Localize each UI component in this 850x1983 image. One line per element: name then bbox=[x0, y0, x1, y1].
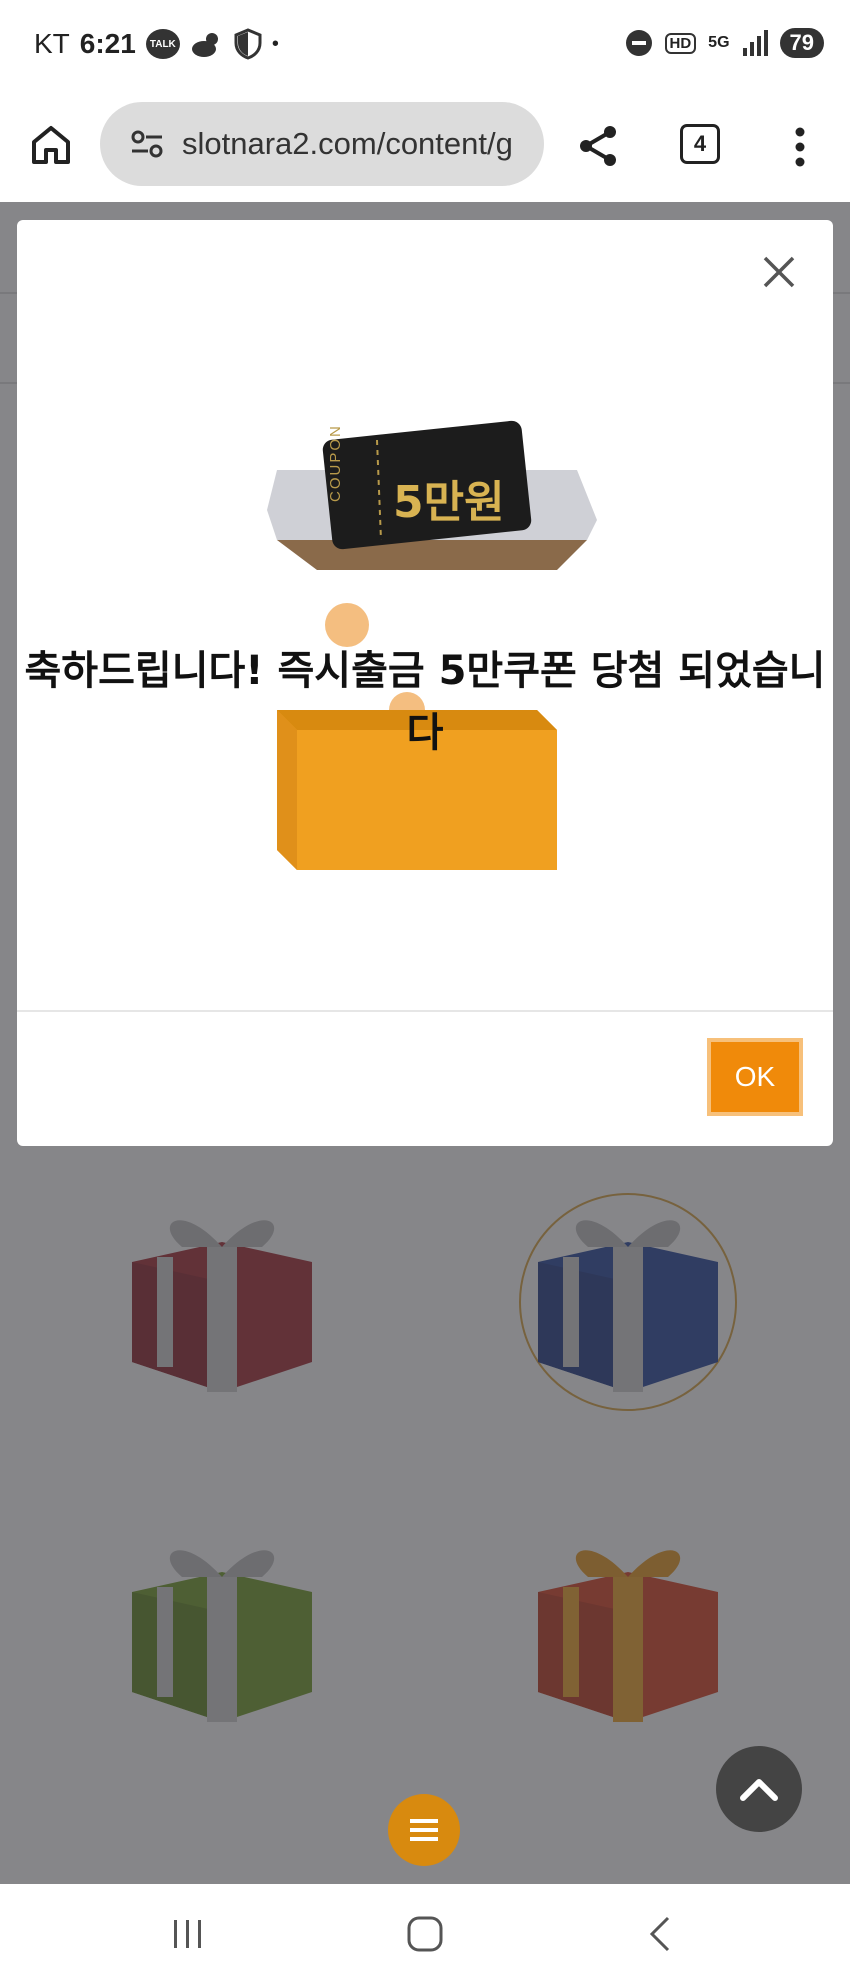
chevron-up-icon bbox=[740, 1779, 778, 1801]
time-label: 6:21 bbox=[79, 28, 136, 59]
status-bar: KT 6:21 TALK • HD 5G 79 bbox=[0, 0, 850, 96]
scroll-to-top-button[interactable] bbox=[716, 1746, 802, 1832]
home-icon[interactable] bbox=[26, 120, 76, 170]
more-options-icon[interactable] bbox=[786, 122, 814, 172]
coupon-amount-text: 5만원 bbox=[393, 477, 505, 528]
browser-toolbar: slotnara2.com/content/g 4 bbox=[0, 96, 850, 202]
shield-icon bbox=[234, 28, 262, 60]
battery-indicator: 79 bbox=[779, 28, 824, 58]
recent-apps-icon[interactable] bbox=[166, 1912, 210, 1956]
close-icon[interactable] bbox=[759, 252, 799, 292]
back-icon[interactable] bbox=[640, 1912, 684, 1956]
share-icon[interactable] bbox=[574, 122, 622, 170]
carrier-label: KT bbox=[34, 28, 70, 59]
home-nav-icon[interactable] bbox=[403, 1912, 447, 1956]
modal-message: 축하드립니다! 즉시출금 5만쿠폰 당첨 되었습니다 bbox=[24, 648, 826, 756]
notification-dot: • bbox=[271, 32, 279, 55]
url-field[interactable]: slotnara2.com/content/g bbox=[100, 102, 544, 186]
network-label: 5G bbox=[708, 34, 730, 51]
url-text: slotnara2.com/content/g bbox=[182, 126, 513, 161]
site-settings-icon[interactable] bbox=[130, 127, 164, 161]
signal-icon bbox=[742, 30, 768, 56]
modal-divider bbox=[17, 1010, 833, 1012]
talk-badge-label: TALK bbox=[149, 38, 176, 50]
system-nav-bar bbox=[0, 1884, 850, 1983]
floating-menu-button[interactable] bbox=[388, 1794, 460, 1866]
weather-icon bbox=[190, 29, 224, 59]
hd-badge: HD bbox=[664, 32, 697, 54]
do-not-disturb-icon bbox=[625, 29, 653, 57]
coupon-tag-text: COUPON bbox=[327, 424, 344, 502]
hamburger-icon bbox=[410, 1819, 438, 1841]
tab-switcher-button[interactable]: 4 bbox=[680, 124, 720, 164]
kakaotalk-icon: TALK bbox=[145, 29, 180, 59]
ok-button[interactable]: OK bbox=[707, 1038, 803, 1116]
coupon-modal: COUPON 5만원 축하드립니다! 즉시출금 5만쿠폰 당첨 되었습니다 OK bbox=[17, 220, 833, 1146]
tab-count: 4 bbox=[693, 131, 707, 156]
